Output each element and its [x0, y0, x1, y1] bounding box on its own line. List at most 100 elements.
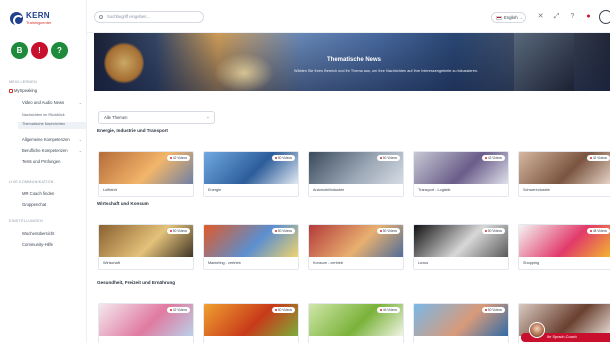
banner-title: Thematische News: [327, 57, 382, 63]
banner-decoration: [104, 41, 144, 85]
app-tile-0[interactable]: B: [11, 42, 28, 59]
topic-card[interactable]: 42 Videos: [98, 303, 194, 343]
topic-card[interactable]: 50 Videos Wirtschaft: [98, 224, 194, 270]
category-title: Energie, Industrie und Transport: [97, 128, 168, 133]
topic-card-label: Shopping: [523, 261, 540, 265]
video-icon: [274, 309, 277, 311]
video-count-badge: 42 Videos: [166, 155, 190, 161]
topic-card[interactable]: 48 Videos Shopping: [518, 224, 610, 270]
video-count-badge: 50 Videos: [271, 155, 295, 161]
language-label: English: [504, 15, 518, 20]
topic-card-label: Marketing - vertrieb: [208, 261, 241, 265]
flag-icon: [496, 15, 502, 20]
refresh-icon[interactable]: ✕: [537, 13, 544, 20]
language-coach-widget[interactable]: Ihr Sprach-Coach: [519, 317, 610, 343]
search-placeholder: Suchbegriff eingeben...: [107, 14, 150, 19]
video-count: 50 Videos: [382, 156, 397, 160]
video-icon: [169, 157, 172, 159]
sidebar-item-video-audio-news[interactable]: Video und Audio News: [22, 100, 64, 105]
sidebar-section-settings: Einstellungen: [9, 219, 43, 223]
topic-card[interactable]: 42 Videos Schwerindustrie: [518, 151, 610, 197]
topic-card[interactable]: 50 Videos Konsum - vertrieb: [308, 224, 404, 270]
banner-subtitle: Wählen Sie Ihren Bereich und Ihr Thema a…: [294, 69, 478, 73]
topic-card[interactable]: 50 Videos: [413, 303, 509, 343]
topic-card[interactable]: 50 Videos Marketing - vertrieb: [203, 224, 299, 270]
video-count: 50 Videos: [172, 229, 187, 233]
sidebar-section-my-learning: Mein Lernen: [9, 80, 37, 84]
topic-card[interactable]: 50 Videos: [203, 303, 299, 343]
search-input[interactable]: Suchbegriff eingeben...: [94, 11, 204, 23]
chevron-down-icon[interactable]: ⌄: [79, 100, 82, 105]
video-icon: [379, 309, 382, 311]
topic-card-label: Energie: [208, 188, 222, 192]
sidebar-item-professional-skills[interactable]: Berufliche Kompetenzen: [22, 148, 68, 153]
topic-card-label: Transport - Logistik: [418, 188, 451, 192]
video-count: 42 Videos: [172, 156, 187, 160]
video-icon: [379, 230, 382, 232]
app-switcher: B!?: [11, 42, 68, 59]
category-title: Wirtschaft und Konsum: [97, 201, 149, 206]
video-icon: [274, 157, 277, 159]
video-count-badge: 50 Videos: [481, 307, 505, 313]
video-icon: [379, 157, 382, 159]
sidebar-item-tests[interactable]: Tests und Prüfungen: [22, 159, 60, 164]
video-count: 48 Videos: [592, 229, 607, 233]
video-count: 50 Videos: [487, 308, 502, 312]
video-count: 50 Videos: [277, 229, 292, 233]
notification-icon[interactable]: ●: [585, 13, 592, 20]
topic-card[interactable]: 50 Videos Automobilindustrie: [308, 151, 404, 197]
topic-card-label: Schwerindustrie: [523, 188, 551, 192]
video-icon: [484, 309, 487, 311]
video-count-badge: 46 Videos: [376, 307, 400, 313]
app-tile-1[interactable]: !: [31, 42, 48, 59]
video-icon: [484, 157, 487, 159]
user-avatar[interactable]: [599, 10, 610, 24]
chevron-down-icon: ⌄: [205, 114, 210, 120]
video-icon: [589, 230, 592, 232]
topic-filter-value: Alle Themen: [104, 115, 128, 120]
logo-mark-icon: [10, 12, 24, 26]
topic-card[interactable]: 42 Videos Transport - Logistik: [413, 151, 509, 197]
video-count-badge: 50 Videos: [271, 307, 295, 313]
sidebar-item-community-help[interactable]: Community-Hilfe: [22, 242, 53, 247]
language-select[interactable]: English ⌄: [491, 12, 526, 23]
sidebar: KERN Trainingcenter B!? Mein Lernen MySp…: [0, 0, 87, 343]
chevron-down-icon[interactable]: ⌄: [79, 137, 82, 142]
topic-card[interactable]: 50 Videos Energie: [203, 151, 299, 197]
help-icon[interactable]: ?: [569, 13, 576, 20]
banner-decoration: [214, 53, 274, 91]
app-tile-2[interactable]: ?: [51, 42, 68, 59]
expand-icon[interactable]: ⤢: [553, 13, 560, 20]
topic-card[interactable]: 50 Videos Luxus: [413, 224, 509, 270]
video-count-badge: 50 Videos: [481, 228, 505, 234]
banner-decoration: [514, 33, 574, 91]
sidebar-item-myspeaking[interactable]: MySpeaking: [14, 88, 37, 93]
topic-card[interactable]: 46 Videos: [308, 303, 404, 343]
sidebar-item-weekly-overview[interactable]: Wochenübersicht: [22, 231, 54, 236]
topic-card-label: Konsum - vertrieb: [313, 261, 343, 265]
video-count-badge: 50 Videos: [271, 228, 295, 234]
brand-logo[interactable]: KERN Trainingcenter: [10, 12, 51, 26]
video-count: 50 Videos: [487, 229, 502, 233]
video-count-badge: 50 Videos: [166, 228, 190, 234]
topic-card-label: Luftfahrt: [103, 188, 117, 192]
chevron-down-icon: ⌄: [519, 15, 524, 20]
video-icon: [169, 230, 172, 232]
sidebar-section-live: Live Kommunikation: [9, 180, 54, 184]
sidebar-item-group-chat[interactable]: Gruppenchat: [22, 202, 46, 207]
speaking-icon: [9, 89, 13, 93]
sidebar-item-find-coach[interactable]: MR Coach finden: [22, 191, 54, 196]
sidebar-sub-thematic-news[interactable]: Thematische Nachrichten: [18, 122, 86, 129]
video-count-badge: 48 Videos: [586, 228, 610, 234]
topic-card[interactable]: 42 Videos Luftfahrt: [98, 151, 194, 197]
video-icon: [484, 230, 487, 232]
video-count-badge: 42 Videos: [481, 155, 505, 161]
sidebar-item-general-skills[interactable]: Allgemeine Kompetenzen: [22, 137, 70, 142]
chevron-down-icon[interactable]: ⌄: [79, 148, 82, 153]
topic-filter-select[interactable]: Alle Themen ⌄: [98, 111, 215, 124]
video-count-badge: 50 Videos: [376, 228, 400, 234]
category-title: Gesundheit, Freizeit und Ernährung: [97, 280, 176, 285]
video-count: 50 Videos: [277, 308, 292, 312]
sidebar-sub-news-review[interactable]: Nachrichten im Rückblick: [22, 113, 65, 117]
video-count: 42 Videos: [487, 156, 502, 160]
